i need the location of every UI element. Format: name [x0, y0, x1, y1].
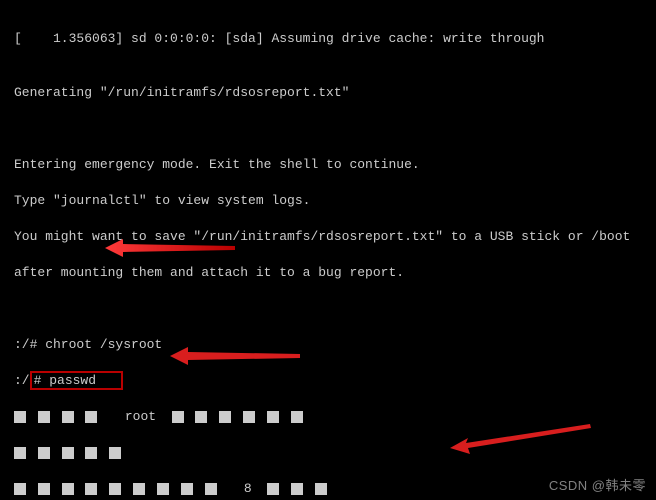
cmd-passwd-1[interactable]: :/# passwd: [14, 372, 642, 390]
log-line: You might want to save "/run/initramfs/r…: [14, 228, 642, 246]
log-line: Entering emergency mode. Exit the shell …: [14, 156, 642, 174]
log-line: after mounting them and attach it to a b…: [14, 264, 642, 282]
garbled-line: root: [14, 408, 642, 426]
log-line: Generating "/run/initramfs/rdsosreport.t…: [14, 84, 642, 102]
garbled-line: 8: [14, 480, 642, 498]
terminal-output: [ 1.356063] sd 0:0:0:0: [sda] Assuming d…: [0, 0, 656, 500]
highlight-box-passwd: # passwd: [30, 371, 124, 390]
garbled-line: [14, 444, 642, 462]
log-line: [ 1.356063] sd 0:0:0:0: [sda] Assuming d…: [14, 30, 642, 48]
cmd-chroot[interactable]: :/# chroot /sysroot: [14, 336, 642, 354]
watermark: CSDN @韩未零: [549, 475, 646, 494]
log-line: Type "journalctl" to view system logs.: [14, 192, 642, 210]
